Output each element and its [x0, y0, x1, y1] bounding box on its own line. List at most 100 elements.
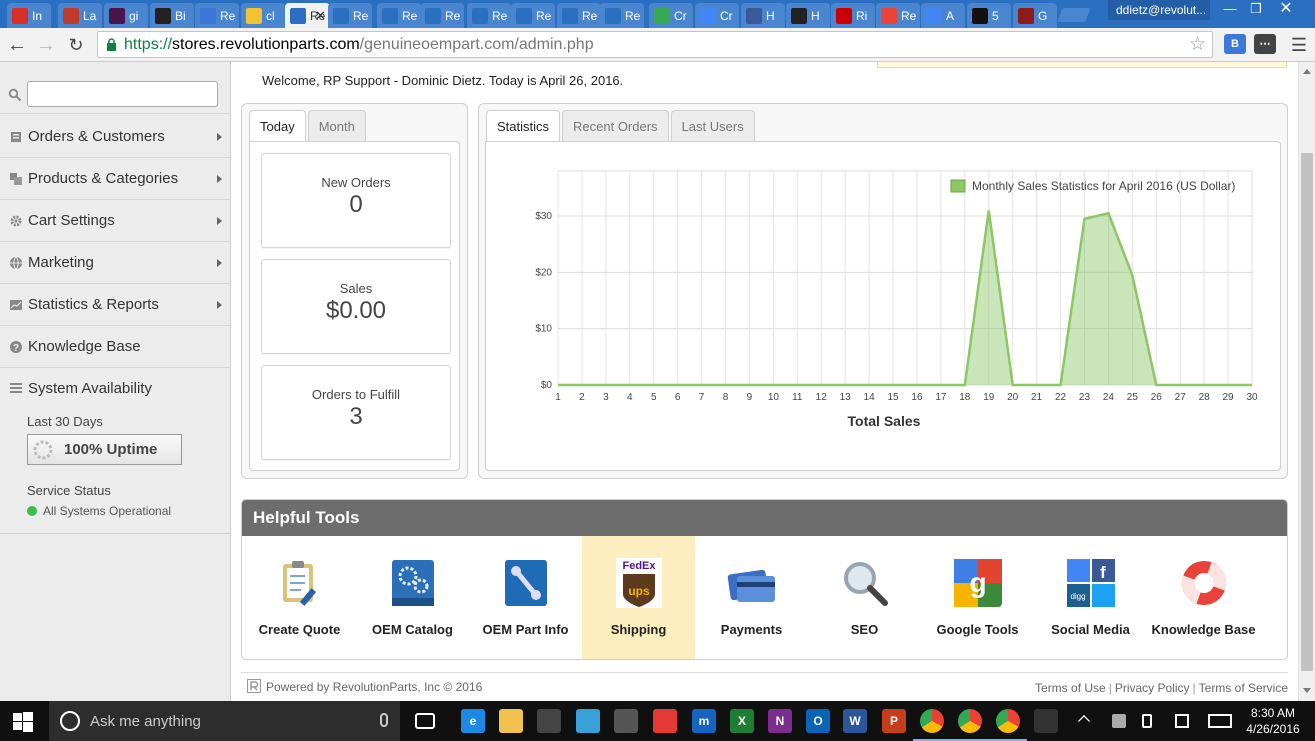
footer-link-privacy-policy[interactable]: Privacy Policy	[1115, 681, 1190, 695]
browser-tab[interactable]: Re	[467, 3, 511, 28]
tool-seo[interactable]: SEO	[808, 536, 921, 659]
outlook-icon[interactable]: O	[806, 709, 830, 733]
new-tab-button[interactable]	[1057, 8, 1091, 22]
dropbox-icon[interactable]	[1112, 714, 1126, 728]
tool-google-tools[interactable]: g Google Tools	[921, 536, 1034, 659]
uptime-badge[interactable]: 100% Uptime	[27, 434, 182, 465]
chrome-icon[interactable]	[920, 709, 944, 733]
extension-more-icon[interactable]: ⋯	[1254, 34, 1276, 54]
chrome-icon[interactable]	[958, 709, 982, 733]
reload-icon[interactable]: ↻	[63, 32, 89, 58]
browser-tab[interactable]: A	[921, 3, 965, 28]
cortana-search-box[interactable]: Ask me anything	[49, 701, 400, 741]
sidebar-item-orders-customers[interactable]: Orders & Customers	[0, 116, 230, 158]
browser-tab[interactable]: 5	[967, 3, 1011, 28]
browser-tab[interactable]: Cr	[649, 3, 693, 28]
browser-tab[interactable]: H	[786, 3, 830, 28]
browser-tab[interactable]: Re	[420, 3, 464, 28]
statistics-tabs: Statistics Recent Orders Last Users	[486, 110, 757, 142]
browser-tab[interactable]: Re ✕	[285, 3, 330, 28]
browser-tab[interactable]: La	[58, 3, 102, 28]
address-bar[interactable]: https://stores.revolutionparts.com/genui…	[97, 31, 1213, 58]
browser-tab[interactable]: In	[7, 3, 51, 28]
onenote-icon[interactable]: N	[768, 709, 792, 733]
tab-month[interactable]: Month	[307, 110, 366, 142]
volume-icon[interactable]	[1142, 714, 1152, 728]
tab-statistics[interactable]: Statistics	[486, 110, 561, 142]
x-tick-label: 4	[627, 392, 633, 403]
tool-knowledge-base[interactable]: Knowledge Base	[1147, 536, 1260, 659]
excel-icon[interactable]: X	[730, 709, 754, 733]
powerpoint-icon[interactable]: P	[882, 709, 906, 733]
scroll-down-arrow-icon[interactable]	[1303, 688, 1311, 693]
tab-recent-orders[interactable]: Recent Orders	[562, 110, 669, 142]
calculator-icon[interactable]	[1034, 709, 1058, 733]
scroll-up-arrow-icon[interactable]	[1303, 69, 1311, 74]
browser-tab[interactable]: Cr	[695, 3, 739, 28]
orders-icon	[11, 131, 21, 142]
action-center-icon[interactable]	[1175, 714, 1189, 728]
tool-create-quote[interactable]: Create Quote	[243, 536, 356, 659]
profile-button[interactable]: ddietz@revolut...	[1108, 0, 1210, 20]
tool-label: OEM Part Info	[482, 622, 569, 637]
bookmark-star-icon[interactable]: ☆	[1189, 32, 1206, 57]
tab-today[interactable]: Today	[249, 110, 306, 142]
x-tick-label: 5	[651, 392, 657, 403]
restore-icon[interactable]: ❐	[1241, 0, 1271, 20]
extension-icon[interactable]: B	[1224, 34, 1246, 54]
browser-tab[interactable]: Re	[328, 3, 372, 28]
windows-start-icon[interactable]	[13, 712, 33, 732]
tool-oem-part-info[interactable]: OEM Part Info	[469, 536, 582, 659]
browser-tab[interactable]: cl	[241, 3, 285, 28]
file-explorer-icon[interactable]	[499, 709, 523, 733]
tool-social-media[interactable]: f digg Social Media	[1034, 536, 1147, 659]
svg-text:FedEx: FedEx	[622, 560, 656, 572]
tray-overflow-icon[interactable]	[1078, 715, 1090, 727]
sidebar-search-input[interactable]	[27, 81, 218, 107]
page-scrollbar[interactable]	[1298, 62, 1315, 701]
m-icon[interactable]: m	[692, 709, 716, 733]
browser-tab[interactable]: Bi	[150, 3, 194, 28]
forward-arrow-icon[interactable]: →	[33, 32, 59, 58]
menu-hamburger-icon[interactable]: ☰	[1286, 32, 1312, 58]
footer-link-terms-of-service[interactable]: Terms of Service	[1199, 681, 1288, 695]
sidebar-item-products-categories[interactable]: Products & Categories	[0, 158, 230, 200]
browser-tab[interactable]: Re	[557, 3, 601, 28]
tab-last-users[interactable]: Last Users	[670, 110, 755, 142]
tool-payments[interactable]: Payments	[695, 536, 808, 659]
service-status-label: Service Status	[27, 483, 111, 498]
mail-icon[interactable]	[576, 709, 600, 733]
browser-tab[interactable]: Re	[195, 3, 239, 28]
browser-tab[interactable]: Re	[876, 3, 920, 28]
sidebar-item-marketing[interactable]: Marketing	[0, 242, 230, 284]
sidebar-item-cart-settings[interactable]: Cart Settings	[0, 200, 230, 242]
close-window-icon[interactable]: ✕	[1271, 0, 1301, 20]
footer-link-terms-of-use[interactable]: Terms of Use	[1035, 681, 1106, 695]
chrome-icon[interactable]	[996, 709, 1020, 733]
task-view-icon[interactable]	[415, 713, 435, 729]
sidebar-item-knowledge-base[interactable]: ? Knowledge Base	[0, 326, 230, 368]
browser-tab[interactable]: Ri	[831, 3, 875, 28]
tool-shipping[interactable]: FedEx ups Shipping	[582, 536, 695, 659]
browser-tab[interactable]: gi	[104, 3, 148, 28]
gmail-icon	[12, 7, 28, 24]
store-icon[interactable]	[537, 709, 561, 733]
edge-icon[interactable]: e	[461, 709, 485, 733]
back-arrow-icon[interactable]: ←	[4, 32, 30, 58]
statistics-body: $0 $10 $20 $30 1 2 3 4 5 6 7 8 9 10 11 12 13 14 15 16 17 18 19…	[485, 141, 1281, 471]
browser-tab[interactable]: Re	[511, 3, 555, 28]
close-tab-icon[interactable]: ✕	[315, 8, 326, 24]
browser-tab[interactable]: Re	[377, 3, 421, 28]
browser-tab[interactable]: Re	[600, 3, 644, 28]
keyboard-icon[interactable]	[1208, 714, 1232, 728]
word-icon[interactable]: W	[843, 709, 867, 733]
scrollbar-thumb[interactable]	[1301, 153, 1313, 671]
sidebar-item-statistics-reports[interactable]: Statistics & Reports	[0, 284, 230, 326]
microphone-icon[interactable]	[380, 713, 388, 727]
clock[interactable]: 8:30 AM 4/26/2016	[1240, 705, 1306, 737]
pen-icon[interactable]	[614, 709, 638, 733]
tool-oem-catalog[interactable]: OEM Catalog	[356, 536, 469, 659]
browser-tab[interactable]: H	[741, 3, 785, 28]
cloud-icon[interactable]	[653, 709, 677, 733]
browser-tab[interactable]: G	[1013, 3, 1057, 28]
